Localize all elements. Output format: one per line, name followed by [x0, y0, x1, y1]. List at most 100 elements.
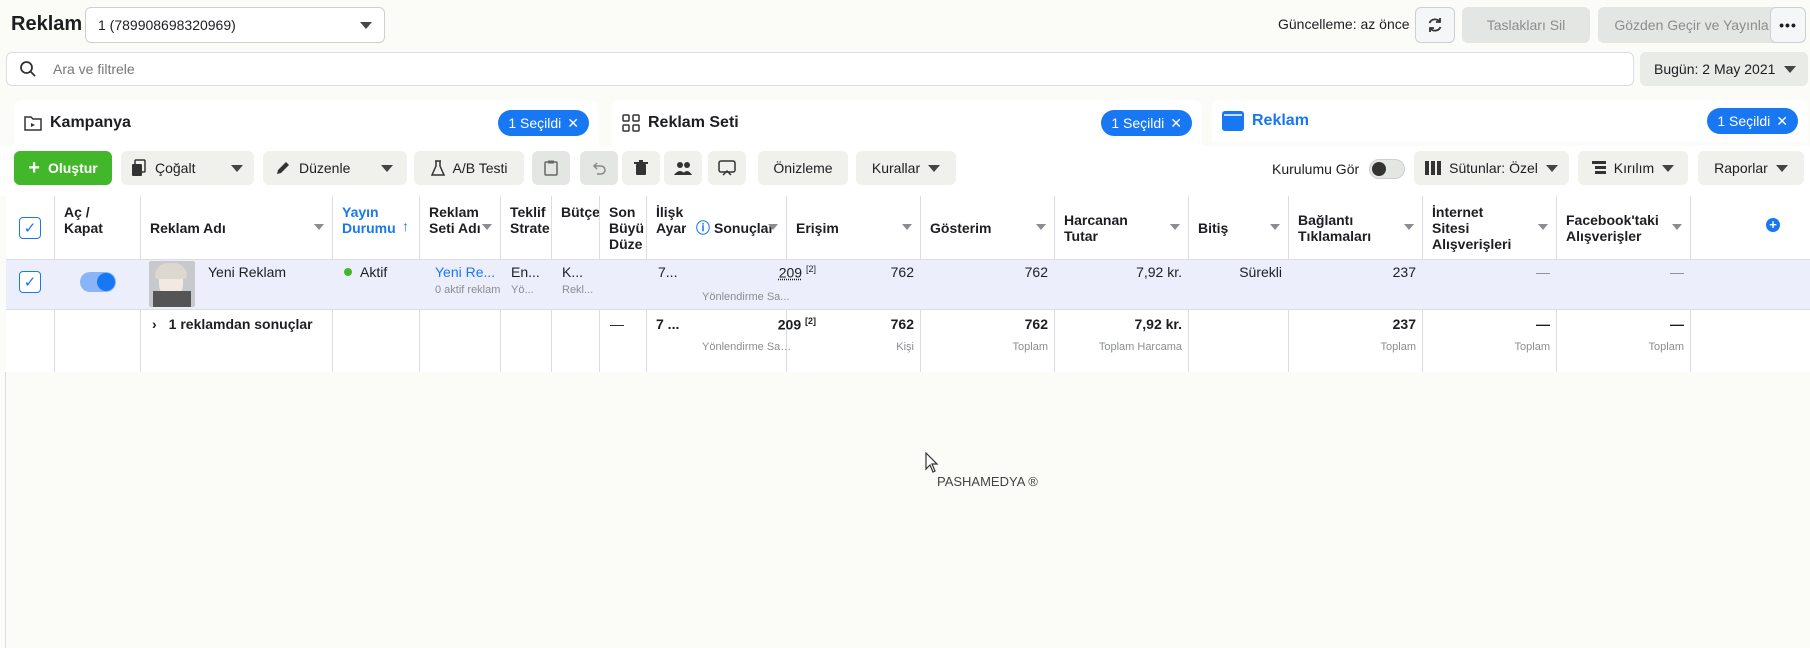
grid-icon	[622, 114, 640, 132]
chevron-down-icon	[1545, 164, 1558, 172]
account-selector[interactable]: 1 (789908698320969)	[85, 7, 385, 43]
sort-up-icon: ↑	[402, 218, 409, 234]
header-bid[interactable]: Teklif Strate	[500, 196, 551, 260]
summary-reach: 762	[890, 316, 914, 332]
close-icon[interactable]: ✕	[1170, 115, 1182, 132]
chevron-right-icon[interactable]: ›	[152, 316, 157, 332]
breakdown-button[interactable]: Kırılım	[1578, 151, 1688, 185]
date-range-picker[interactable]: Bugün: 2 May 2021	[1640, 52, 1808, 86]
header-adset-name[interactable]: Reklam Seti Adı	[419, 196, 500, 260]
summary-impressions-sub: Toplam	[1012, 341, 1048, 353]
summary-results-sub: Yönlendirme Sayf...	[702, 341, 796, 353]
refresh-icon	[1428, 18, 1442, 32]
selection-chip[interactable]: 1 Seçildi ✕	[1707, 108, 1798, 134]
adset-sub: 0 aktif reklam	[435, 284, 501, 296]
rules-button[interactable]: Kurallar	[856, 151, 956, 185]
chip-label: 1 Seçildi	[1111, 115, 1165, 131]
selection-chip[interactable]: 1 Seçildi ✕	[1101, 110, 1192, 136]
header-ends[interactable]: Bitiş	[1188, 196, 1288, 260]
summary-link-clicks: 237	[1392, 316, 1416, 332]
create-button[interactable]: + Oluştur	[14, 151, 112, 185]
summary-row[interactable]: › 1 reklamdan sonuçlar	[152, 316, 313, 332]
columns-button[interactable]: Sütunlar: Özel	[1414, 151, 1569, 185]
chevron-down-icon	[1784, 65, 1796, 73]
budget-value: K...	[562, 264, 584, 280]
select-all-checkbox[interactable]: ✓	[19, 217, 41, 239]
refresh-button[interactable]	[1415, 7, 1455, 43]
header-delivery[interactable]: Yayın Durumu ↑	[332, 196, 419, 260]
close-icon[interactable]: ✕	[567, 115, 579, 132]
delete-drafts-button[interactable]: Taslakları Sil	[1462, 7, 1590, 43]
summary-link-clicks-sub: Toplam	[1380, 341, 1416, 353]
header-label: Gösterim	[930, 220, 992, 236]
preview-ad-button[interactable]	[708, 151, 746, 185]
header-last-edit[interactable]: Son Büyü Düze	[599, 196, 646, 260]
adset-link[interactable]: Yeni Re...	[435, 264, 507, 280]
header-label: Harcanan Tutar	[1064, 212, 1128, 244]
flask-icon	[430, 160, 445, 176]
status-dot-icon	[344, 268, 352, 276]
ab-test-button[interactable]: A/B Testi	[414, 151, 524, 185]
folder-icon	[24, 116, 42, 131]
delivery-label: Aktif	[360, 264, 388, 280]
selection-chip[interactable]: 1 Seçildi ✕	[498, 110, 589, 136]
edit-label: Düzenle	[299, 160, 351, 176]
summary-last-edit: —	[610, 316, 624, 332]
chevron-down-icon	[1775, 164, 1788, 172]
summary-spent: 7,92 kr.	[1134, 316, 1183, 332]
row-checkbox[interactable]: ✓	[19, 271, 41, 293]
duplicate-label: Çoğalt	[155, 160, 196, 176]
mouse-cursor-icon	[925, 452, 939, 473]
copy-icon	[132, 159, 146, 176]
header-link-clicks[interactable]: Bağlantı Tıklamaları	[1288, 196, 1422, 260]
bid-cell: En... Yö...	[511, 264, 551, 296]
undo-button[interactable]	[580, 151, 618, 185]
rules-label: Kurallar	[871, 160, 921, 176]
reports-button[interactable]: Raporlar	[1698, 151, 1804, 185]
share-button[interactable]	[664, 151, 702, 185]
header-label: Yayın Durumu	[342, 204, 396, 236]
left-border	[5, 372, 6, 648]
chevron-down-icon	[1662, 164, 1675, 172]
duplicate-dropdown[interactable]	[220, 151, 254, 185]
header-ad-name[interactable]: Reklam Adı	[140, 196, 332, 260]
attribution-cell: 7...	[658, 264, 678, 280]
create-label: Oluştur	[47, 160, 98, 176]
summary-spent-sub: Toplam Harcama	[1098, 341, 1182, 353]
preview-icon	[718, 160, 736, 176]
header-web-purchases[interactable]: İnternet Sitesi Alışverişleri	[1422, 196, 1556, 260]
ends-cell: Sürekli	[1239, 264, 1282, 280]
bid-sub: Yö...	[511, 284, 534, 296]
header-budget[interactable]: Bütçe	[551, 196, 599, 260]
header-toggle[interactable]: Aç / Kapat	[54, 196, 140, 260]
setup-toggle-group: Kurulumu Gör	[1272, 159, 1406, 179]
preview-button[interactable]: Önizleme	[758, 151, 848, 185]
tab-campaigns[interactable]: Kampanya 1 Seçildi ✕	[14, 100, 599, 146]
results-sub: Yönlendirme Sa...	[702, 291, 790, 303]
chip-label: 1 Seçildi	[508, 115, 562, 131]
close-icon[interactable]: ✕	[1776, 113, 1788, 130]
header-fb-purchases[interactable]: Facebook'taki Alışverişler	[1556, 196, 1690, 260]
ad-name[interactable]: Yeni Reklam	[208, 264, 286, 280]
add-column-icon[interactable]: +	[1766, 218, 1780, 232]
delete-button[interactable]	[622, 151, 660, 185]
header-attribution[interactable]: İlişk Ayar	[646, 196, 686, 260]
search-filter-bar[interactable]	[6, 52, 1634, 86]
more-options-button[interactable]: •••	[1770, 7, 1806, 43]
ad-toggle[interactable]	[80, 272, 116, 292]
header-impressions[interactable]: Gösterim	[920, 196, 1054, 260]
setup-toggle[interactable]	[1369, 159, 1406, 179]
clipboard-button[interactable]	[532, 151, 570, 185]
header-reach[interactable]: Erişim	[786, 196, 920, 260]
setup-toggle-label: Kurulumu Gör	[1272, 161, 1360, 177]
plus-icon: +	[28, 156, 40, 179]
tab-ads[interactable]: Reklam 1 Seçildi ✕	[1212, 100, 1808, 142]
adset-name[interactable]: Yeni Re... 0 aktif reklam	[435, 264, 507, 296]
search-input[interactable]	[53, 61, 1553, 77]
summary-reach-sub: Kişi	[896, 341, 914, 353]
edit-dropdown[interactable]	[370, 151, 404, 185]
review-publish-button[interactable]: Gözden Geçir ve Yayınla	[1598, 7, 1785, 43]
header-spent[interactable]: Harcanan Tutar	[1054, 196, 1188, 260]
tab-adsets[interactable]: Reklam Seti 1 Seçildi ✕	[612, 100, 1202, 146]
header-results[interactable]: ⓘ Sonuçlar	[686, 196, 786, 260]
